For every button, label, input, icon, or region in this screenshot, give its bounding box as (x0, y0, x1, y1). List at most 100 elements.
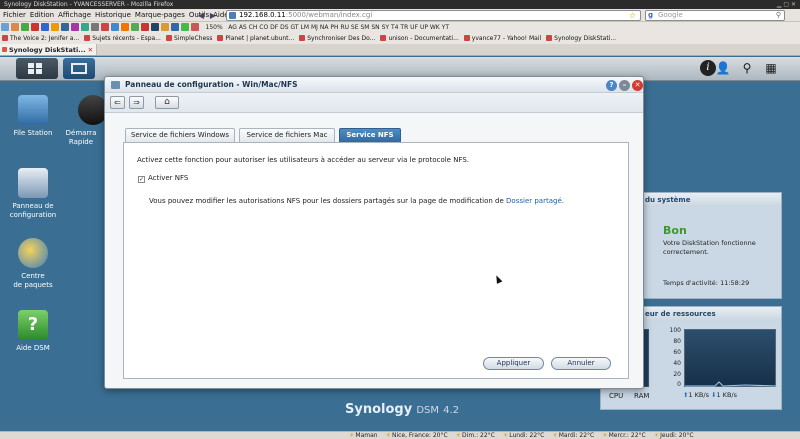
desktop-dsm-help[interactable]: ? Aide DSM (0, 310, 66, 353)
bookmark-short[interactable]: SY (382, 24, 389, 31)
main-menu-button[interactable] (16, 58, 58, 79)
bookmark-icon[interactable] (1, 23, 9, 31)
desktop-package-center[interactable]: Centre de paquets (0, 238, 66, 290)
bookmark-icon[interactable] (51, 23, 59, 31)
forward-button[interactable]: ⇒ (129, 96, 144, 109)
window-toolbar: ⇐ ⇒ ⌂ (105, 93, 643, 113)
bookmark-link[interactable]: yvance77 - Yahoo! Mail (462, 33, 544, 44)
tab-nfs-service[interactable]: Service NFS (339, 128, 401, 142)
zoom-level[interactable]: 150% (206, 22, 223, 33)
bookmark-short[interactable]: RU (340, 24, 349, 31)
back-button[interactable]: ⇐ (110, 96, 125, 109)
bookmark-short[interactable]: CO (259, 24, 268, 31)
window-controls[interactable]: ▁ ▢ ✕ (777, 0, 796, 9)
minimize-icon[interactable]: – (619, 80, 630, 91)
desktop-control-panel[interactable]: Panneau de configuration (0, 168, 66, 220)
bookmark-short[interactable]: MJ (311, 24, 318, 31)
bookmark-icon[interactable] (161, 23, 169, 31)
bookmark-short[interactable]: YT (442, 24, 449, 31)
bookmark-icon[interactable] (181, 23, 189, 31)
network-line (685, 381, 778, 387)
bookmark-short[interactable]: NA (320, 24, 329, 31)
bookmark-icon[interactable] (101, 23, 109, 31)
bookmark-icon[interactable] (131, 23, 139, 31)
home-button[interactable]: ⌂ (155, 96, 179, 109)
search-icon[interactable]: ⚲ (736, 58, 758, 79)
close-icon[interactable]: ✕ (632, 80, 643, 91)
apply-button[interactable]: Appliquer (483, 357, 544, 370)
bookmark-short[interactable]: AG (228, 24, 237, 31)
browser-tab-synology[interactable]: Synology DiskStati... ✕ (0, 44, 98, 55)
bookmark-icon[interactable] (191, 23, 199, 31)
enable-nfs-row[interactable]: ✓ Activer NFS (138, 174, 188, 183)
forward-icon[interactable]: ▶ (207, 10, 219, 21)
bookmark-short[interactable]: GT (291, 24, 299, 31)
enable-nfs-checkbox[interactable]: ✓ (138, 176, 145, 183)
bookmark-short[interactable]: WK (430, 24, 440, 31)
bookmark-link[interactable]: Synology DiskStati... (544, 33, 619, 44)
bookmark-short[interactable]: AS (239, 24, 247, 31)
bookmark-star-icon[interactable]: ☆ (629, 11, 636, 20)
bookmark-short[interactable]: DF (270, 24, 278, 31)
bookmark-icon[interactable] (91, 23, 99, 31)
bookmark-icon[interactable] (61, 23, 69, 31)
bookmark-icon[interactable] (81, 23, 89, 31)
help-icon[interactable]: ? (606, 80, 617, 91)
bookmark-icon[interactable] (31, 23, 39, 31)
cancel-button[interactable]: Annuler (551, 357, 611, 370)
bookmark-link[interactable]: SimpleChess (164, 33, 215, 44)
bookmark-icon[interactable] (41, 23, 49, 31)
user-icon[interactable]: 👤 (712, 58, 734, 79)
menu-fichier[interactable]: Fichier (0, 9, 28, 22)
search-icon[interactable]: ⚲ (776, 11, 781, 20)
bookmark-short[interactable]: SE (351, 24, 359, 31)
bookmark-link[interactable]: Planet | planet.ubunt... (215, 33, 297, 44)
back-icon[interactable]: ◀ (195, 10, 207, 21)
tab-windows-file-service[interactable]: Service de fichiers Windows (125, 128, 235, 142)
bookmark-short[interactable]: LM (301, 24, 310, 31)
bookmark-link[interactable]: Synchroniser Des Do... (297, 33, 378, 44)
menu-edition[interactable]: Edition (28, 9, 56, 22)
shared-folder-link[interactable]: Dossier partagé (506, 197, 562, 205)
bookmark-icon[interactable] (151, 23, 159, 31)
desktop-icon-label: Panneau de (12, 202, 54, 210)
url-bar[interactable]: 192.168.0.11:5000/webman/index.cgi ☆ (226, 10, 641, 21)
close-tab-icon[interactable]: ✕ (88, 46, 93, 54)
search-input[interactable]: Google (658, 11, 683, 19)
desktop-file-station[interactable]: File Station (0, 95, 66, 138)
tab-mac-file-service[interactable]: Service de fichiers Mac (239, 128, 335, 142)
widgets-icon[interactable]: ▦ (760, 58, 782, 79)
bookmark-icon[interactable] (141, 23, 149, 31)
bookmark-short[interactable]: TR (400, 24, 408, 31)
control-panel-window: Panneau de configuration - Win/Mac/NFS ?… (104, 76, 644, 389)
bookmark-icon[interactable] (21, 23, 29, 31)
bookmark-short[interactable]: SN (371, 24, 379, 31)
taskbar-control-panel-button[interactable] (63, 58, 95, 79)
bookmark-icon[interactable] (111, 23, 119, 31)
note-suffix: . (561, 197, 564, 205)
browser-nav-buttons: ◀ ▶ (195, 10, 223, 21)
bookmark-link[interactable]: The Voice 2: Jenifer a... (0, 33, 82, 44)
bookmark-icon[interactable] (71, 23, 79, 31)
bookmark-icon[interactable] (11, 23, 19, 31)
bookmark-short[interactable]: DS (280, 24, 288, 31)
bookmark-icon[interactable] (171, 23, 179, 31)
bookmark-short[interactable]: T4 (391, 24, 398, 31)
bookmark-short[interactable]: SM (360, 24, 369, 31)
bookmark-short[interactable]: CH (249, 24, 258, 31)
window-title-bar[interactable]: Panneau de configuration - Win/Mac/NFS ?… (105, 77, 643, 93)
bookmark-link[interactable]: unison - Documentati... (378, 33, 461, 44)
weather-label: Lundi: (509, 432, 528, 439)
bookmark-short[interactable]: PH (330, 24, 338, 31)
bookmark-short[interactable]: UP (420, 24, 428, 31)
menu-marque-pages[interactable]: Marque-pages (133, 9, 187, 22)
desktop-icon-label: Aide DSM (16, 344, 50, 352)
nfs-panel: Activez cette fonction pour autoriser le… (123, 142, 629, 379)
menu-historique[interactable]: Historique (93, 9, 133, 22)
search-bar[interactable]: g Google ⚲ (645, 10, 785, 21)
bookmark-link[interactable]: Sujets récents - Espa... (82, 33, 164, 44)
menu-affichage[interactable]: Affichage (56, 9, 93, 22)
control-panel-icon (111, 81, 120, 89)
bookmark-short[interactable]: UF (410, 24, 418, 31)
bookmark-icon[interactable] (121, 23, 129, 31)
